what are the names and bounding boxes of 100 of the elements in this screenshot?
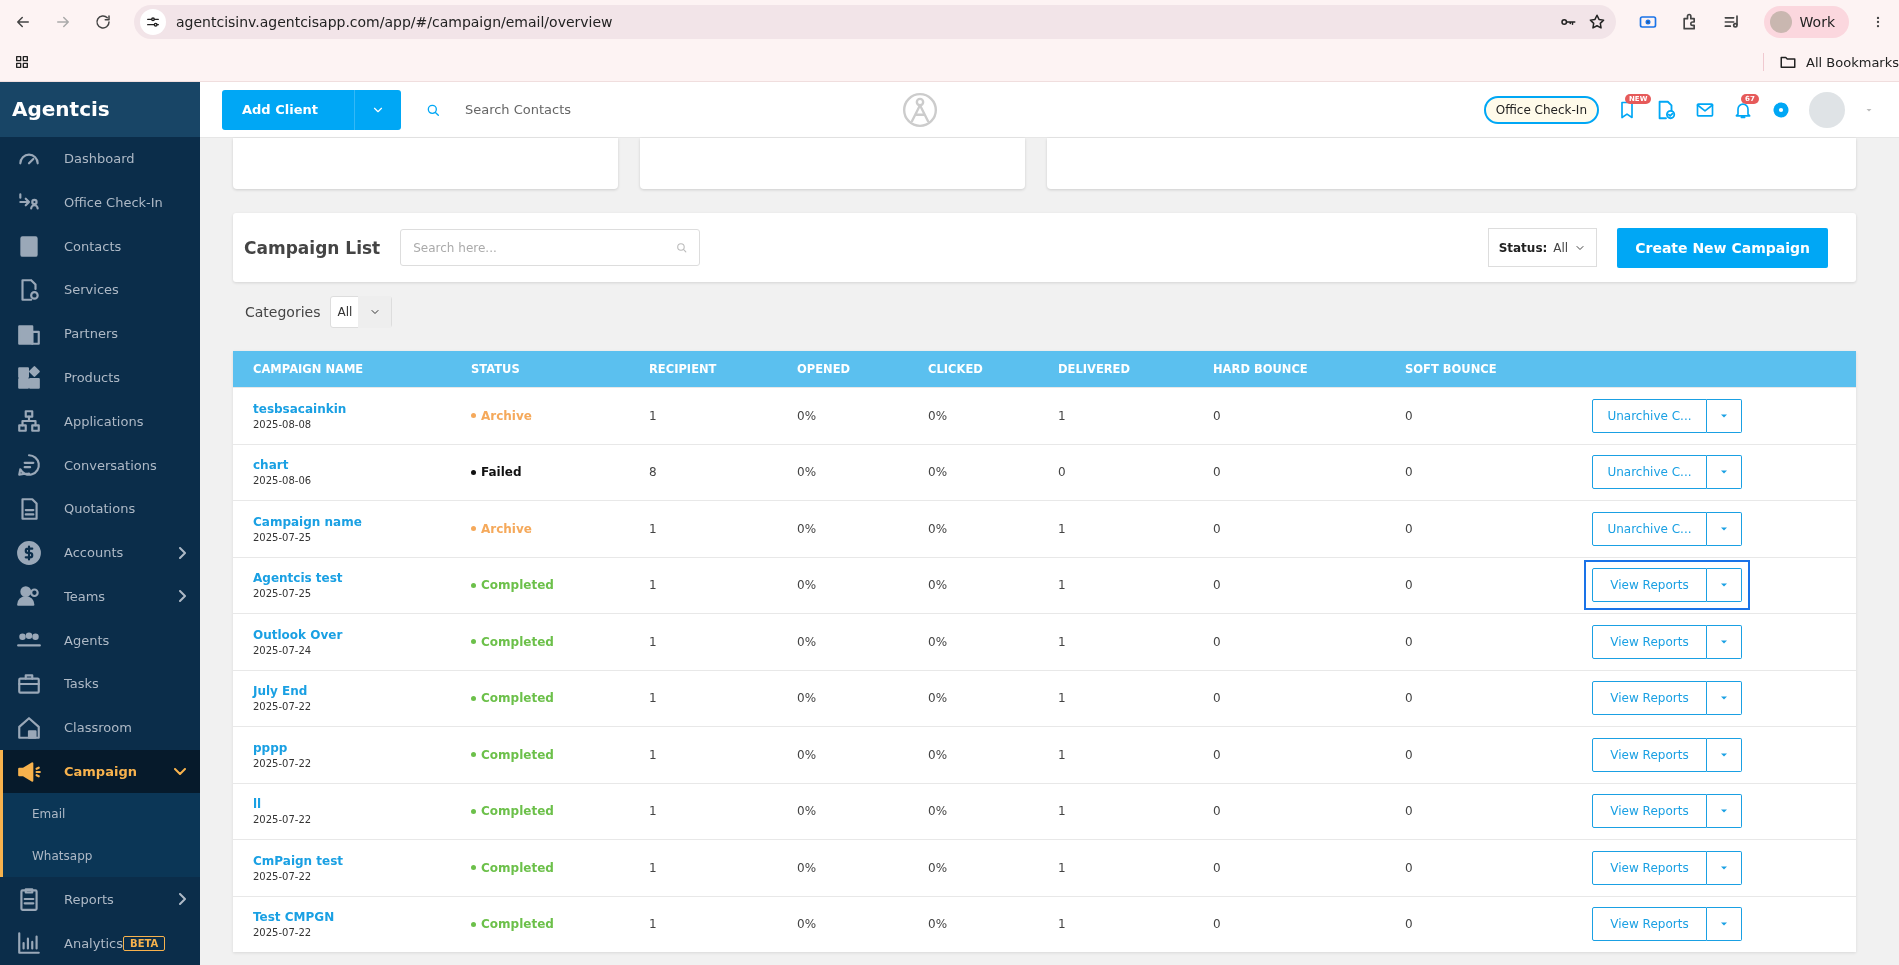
campaign-date: 2025-08-08 (253, 418, 313, 430)
table-cell: 1 (649, 578, 657, 593)
table-cell: 1 (649, 634, 657, 649)
table-cell: 0 (1213, 917, 1221, 932)
table-cell: 0 (1405, 747, 1413, 762)
sidebar-item[interactable]: Partners (0, 311, 200, 356)
status-filter[interactable]: Status: All (1487, 228, 1598, 267)
table-cell: 1 (649, 917, 657, 932)
table-cell: 1 (1058, 521, 1066, 536)
table-cell: 8 (649, 465, 657, 480)
table-cell: 0% (797, 747, 817, 762)
blocks-icon (16, 364, 42, 391)
status-text: Completed (481, 860, 554, 875)
dropdown-button[interactable] (1707, 568, 1742, 603)
sidebar-item[interactable]: Products (0, 355, 200, 400)
sidebar-item[interactable]: Applications (0, 399, 200, 444)
office-check-in-button[interactable]: Office Check-In (1483, 95, 1599, 124)
table-cell: 1 (1058, 691, 1066, 706)
table-cell: 0% (928, 465, 948, 480)
campaign-list-title: Campaign List (244, 237, 381, 258)
status-text: Completed (481, 917, 554, 932)
dropdown-button[interactable] (1707, 850, 1742, 885)
avatar-icon (1769, 10, 1792, 33)
table-cell: 1 (1058, 804, 1066, 819)
dropdown-button[interactable] (1707, 398, 1742, 433)
table-cell: 0 (1213, 860, 1221, 875)
table-cell: 1 (649, 747, 657, 762)
campaign-date: 2025-07-25 (253, 588, 313, 600)
dropdown-button[interactable] (1707, 737, 1742, 772)
profile-button[interactable]: Work (1763, 5, 1849, 38)
table-cell: 0% (797, 860, 817, 875)
sidebar-item[interactable]: Teams (0, 574, 200, 619)
table-cell: 0% (928, 408, 948, 423)
table-cell: 0 (1213, 465, 1221, 480)
address-bar[interactable]: agentcisinv.agentcisapp.com/app/#/campaign/email/overview (134, 4, 1616, 39)
status-text: Completed (481, 747, 554, 762)
column-header: CAMPAIGN NAME (253, 362, 365, 376)
logo-icon (901, 90, 940, 129)
sidebar-item[interactable]: Tasks (0, 662, 200, 706)
sidebar-item[interactable]: Agents (0, 618, 200, 663)
beta-badge: BETA (123, 935, 166, 951)
dropdown-button[interactable] (1707, 455, 1742, 490)
dropdown-button[interactable] (1707, 681, 1742, 716)
dropdown-button[interactable] (1707, 511, 1742, 546)
column-header: DELIVERED (1058, 362, 1132, 376)
column-header: HARD BOUNCE (1213, 362, 1309, 376)
dropdown-button[interactable] (1707, 624, 1742, 659)
dropdown-button[interactable] (1707, 907, 1742, 942)
sidebar-item[interactable]: Services (0, 268, 200, 312)
table-cell: 0% (928, 747, 948, 762)
sidebar-item[interactable]: Reports (0, 877, 200, 922)
campaign-date: 2025-07-22 (253, 757, 313, 769)
sidebar-subitem[interactable]: Whatsapp (3, 835, 200, 878)
table-cell: 0% (928, 917, 948, 932)
reload-icon[interactable] (94, 12, 112, 31)
sidebar-item[interactable]: Campaign (0, 749, 200, 794)
table-cell: 0 (1213, 578, 1221, 593)
sidebar-item[interactable]: Contacts (0, 224, 200, 269)
sidebar-item[interactable]: Dashboard (0, 136, 200, 181)
sidebar-item[interactable]: Analytics BETA (0, 921, 200, 965)
apps-icon[interactable] (14, 54, 30, 70)
table-cell: 0% (797, 691, 817, 706)
brand-name: Agentcis (0, 82, 200, 137)
all-bookmarks-link[interactable]: All Bookmarks (1763, 53, 1899, 71)
star-icon[interactable] (1587, 12, 1606, 31)
status-text: Failed (481, 465, 522, 480)
sidebar-item[interactable]: Classroom (0, 705, 200, 750)
table-cell: 0 (1213, 747, 1221, 762)
sidebar-item[interactable]: Office Check-In (0, 180, 200, 225)
table-cell: 0 (1405, 917, 1413, 932)
categories-label: Categories (245, 304, 321, 320)
table-cell: 1 (1058, 634, 1066, 649)
table-cell: 1 (649, 691, 657, 706)
campaign-search-field[interactable]: Search here... (400, 229, 701, 266)
sidebar-item[interactable]: Quotations (0, 486, 200, 531)
table-cell: 1 (1058, 578, 1066, 593)
sidebar-item[interactable]: Conversations (0, 443, 200, 487)
table-cell: 1 (649, 804, 657, 819)
table-cell: 0% (928, 860, 948, 875)
table-cell: 0% (797, 521, 817, 536)
categories-select[interactable]: All (330, 296, 393, 328)
hierarchy-icon (16, 408, 42, 435)
sidebar-item[interactable]: Accounts (0, 530, 200, 575)
briefcase-icon (16, 671, 42, 697)
status-text: Completed (481, 634, 554, 649)
campaign-date: 2025-07-24 (253, 644, 313, 656)
table-cell: 0 (1405, 465, 1413, 480)
chevron-icon (179, 590, 186, 603)
table-cell: 0% (928, 691, 948, 706)
table-cell: 0 (1213, 691, 1221, 706)
table-cell: 0% (797, 804, 817, 819)
dropdown-button[interactable] (1707, 794, 1742, 829)
column-header: OPENED (797, 362, 852, 376)
house-icon (16, 714, 42, 741)
table-cell: 1 (649, 521, 657, 536)
chevron-icon (179, 546, 186, 559)
table-cell: 0 (1405, 804, 1413, 819)
search-icon (675, 241, 689, 254)
table-cell: 0% (928, 804, 948, 819)
sidebar-subitem[interactable]: Email (3, 793, 200, 836)
